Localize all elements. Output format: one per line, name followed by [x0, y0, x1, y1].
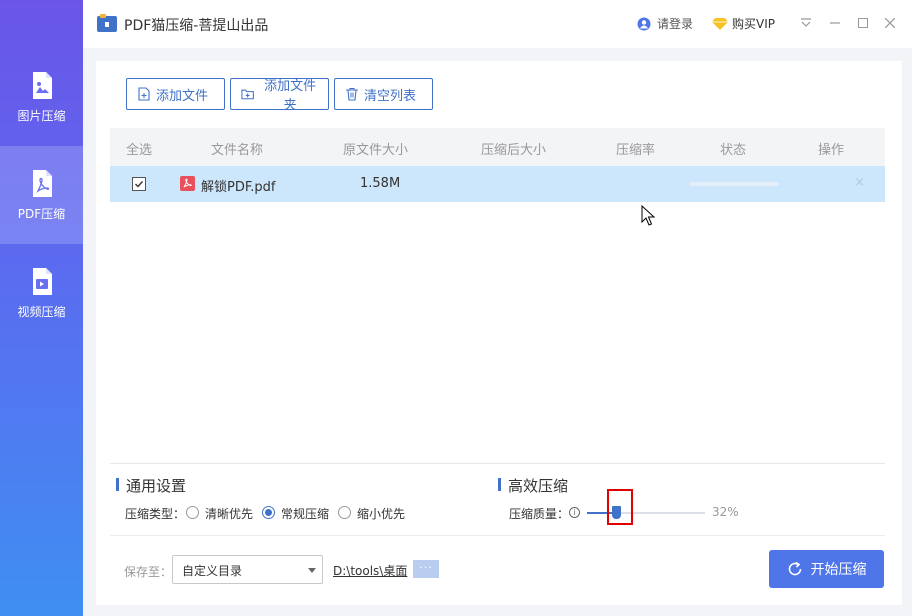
clear-list-label: 清空列表: [364, 88, 417, 104]
sidebar: 图片压缩 PDF压缩 视频压缩: [0, 0, 83, 616]
sidebar-item-image-compress[interactable]: 图片压缩: [0, 48, 83, 146]
col-actions: 操作: [818, 143, 845, 158]
diamond-icon: [712, 18, 728, 30]
clear-list-button[interactable]: 清空列表: [334, 78, 433, 110]
app-title: PDF猫压缩-菩提山出品: [124, 18, 269, 34]
mouse-cursor-icon: [641, 205, 655, 226]
file-table-header: 全选 文件名称 原文件大小 压缩后大小 压缩率 状态 操作: [110, 128, 885, 166]
add-file-icon: [138, 87, 150, 101]
save-path-link[interactable]: D:\tools\桌面: [333, 562, 407, 579]
title-bar: PDF猫压缩-菩提山出品 请登录 购买VIP: [83, 0, 912, 48]
sidebar-item-label: PDF压缩: [17, 206, 66, 221]
save-to-label: 保存至：: [124, 565, 173, 579]
video-file-icon: [32, 267, 52, 295]
quality-slider[interactable]: [587, 506, 705, 519]
login-label: 请登录: [657, 17, 694, 31]
sidebar-item-pdf-compress[interactable]: PDF压缩: [0, 146, 83, 244]
app-logo-icon: [97, 14, 117, 32]
user-icon: [637, 17, 651, 30]
col-file-name: 文件名称: [211, 143, 264, 158]
sidebar-item-label: 视频压缩: [17, 304, 66, 319]
radio-normal-compress[interactable]: [262, 506, 275, 519]
compress-type-label: 压缩类型：: [125, 507, 186, 521]
info-icon[interactable]: i: [569, 507, 580, 518]
radio-size-first-label[interactable]: 缩小优先: [357, 505, 405, 522]
maximize-icon[interactable]: [854, 14, 872, 32]
quality-value: 32%: [712, 505, 739, 519]
col-compressed-size: 压缩后大小: [481, 143, 547, 158]
add-file-label: 添加文件: [156, 88, 209, 104]
radio-clarity-first[interactable]: [186, 506, 199, 519]
start-compress-button[interactable]: 开始压缩: [769, 550, 884, 588]
general-settings-title: 通用设置: [116, 475, 186, 496]
col-select-all[interactable]: 全选: [126, 139, 152, 158]
col-status: 状态: [720, 143, 747, 158]
add-file-button[interactable]: 添加文件: [126, 78, 225, 110]
close-icon[interactable]: [881, 14, 899, 32]
pdf-file-icon: [32, 169, 52, 197]
col-original-size: 原文件大小: [343, 143, 409, 158]
status-progress-bar: [689, 182, 779, 186]
row-checkbox[interactable]: [132, 177, 146, 191]
sidebar-item-label: 图片压缩: [17, 108, 66, 123]
start-compress-label: 开始压缩: [810, 562, 867, 578]
save-location-value: 自定义目录: [182, 564, 243, 578]
dropdown-arrow-icon: [308, 568, 316, 573]
radio-size-first[interactable]: [338, 506, 351, 519]
col-ratio: 压缩率: [616, 143, 656, 158]
main-panel: 添加文件 添加文件夹 清空列表 全选 文件名称 原文件大小 压缩后大小 压缩率 …: [96, 61, 902, 605]
image-file-icon: [32, 71, 52, 99]
radio-normal-compress-label[interactable]: 常规压缩: [281, 505, 329, 522]
minimize-icon[interactable]: [826, 14, 844, 32]
file-original-size: 1.58M: [360, 176, 401, 191]
divider: [110, 535, 885, 536]
menu-icon[interactable]: [797, 14, 815, 32]
quality-label: 压缩质量：: [509, 507, 570, 521]
remove-row-icon[interactable]: ×: [854, 175, 865, 190]
browse-path-button[interactable]: ···: [413, 560, 439, 578]
sidebar-item-video-compress[interactable]: 视频压缩: [0, 244, 83, 342]
vip-label: 购买VIP: [732, 17, 775, 31]
radio-clarity-first-label[interactable]: 清晰优先: [205, 505, 253, 522]
file-name: 解锁PDF.pdf: [201, 180, 276, 195]
login-link[interactable]: 请登录: [637, 15, 693, 32]
buy-vip-link[interactable]: 购买VIP: [712, 15, 775, 32]
trash-icon: [346, 87, 358, 101]
efficient-compress-title: 高效压缩: [498, 475, 568, 496]
add-folder-label: 添加文件夹: [264, 79, 317, 113]
save-location-select[interactable]: 自定义目录: [172, 555, 323, 584]
add-folder-button[interactable]: 添加文件夹: [230, 78, 329, 113]
highlight-box: [607, 489, 633, 525]
refresh-icon: [788, 561, 801, 576]
divider: [110, 463, 885, 464]
add-folder-icon: [241, 89, 254, 100]
table-row[interactable]: 解锁PDF.pdf 1.58M ×: [110, 166, 885, 202]
pdf-icon: [180, 176, 195, 191]
